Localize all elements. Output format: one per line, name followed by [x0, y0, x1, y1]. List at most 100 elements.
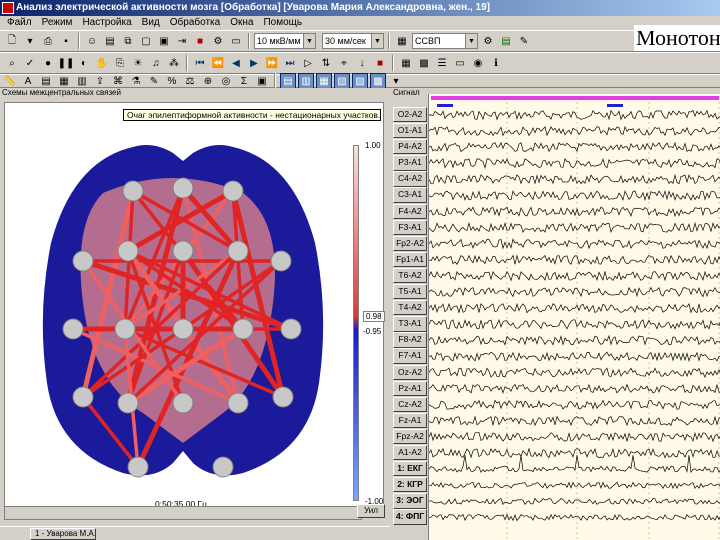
grid-icon[interactable]: ▩ [416, 55, 432, 71]
event-marker[interactable] [437, 104, 453, 107]
view-mode-6-icon[interactable]: ▩ [370, 73, 386, 89]
list-icon[interactable]: ☰ [434, 55, 450, 71]
speed-select[interactable]: 30 мм/сек ▼ [322, 33, 384, 49]
channel-label[interactable]: C3-A1 [393, 187, 427, 203]
menu-processing[interactable]: Обработка [165, 16, 225, 30]
channel-label[interactable]: T4-A2 [393, 300, 427, 316]
print-icon[interactable]: ⎙ [40, 33, 56, 49]
menu-file[interactable]: Файл [2, 16, 37, 30]
channel-label[interactable]: Fz-A1 [393, 412, 427, 429]
channel-label[interactable]: Fp1-A1 [393, 251, 427, 268]
menu-settings[interactable]: Настройка [77, 16, 136, 30]
channel-label[interactable]: F3-A1 [393, 219, 427, 235]
channel-label[interactable]: O1-A1 [393, 123, 427, 139]
view-mode-2-icon[interactable]: ▥ [298, 73, 314, 89]
edit-icon[interactable]: ✎ [146, 73, 162, 89]
channel-label[interactable]: Cz-A2 [393, 396, 427, 412]
mapping-icon[interactable]: ◎ [218, 73, 234, 89]
patient-icon[interactable]: ☺ [84, 33, 100, 49]
montage-icon[interactable]: ▤ [38, 73, 54, 89]
new-document-icon[interactable]: 🗋 [4, 33, 20, 49]
font-icon[interactable]: A [20, 73, 36, 89]
channel-label[interactable]: Oz-A2 [393, 364, 427, 380]
filter2-icon[interactable]: ⚗ [128, 73, 144, 89]
window2-icon[interactable]: ▣ [254, 73, 270, 89]
chevron-down-icon[interactable]: ▼ [303, 34, 315, 48]
brain-map[interactable] [33, 133, 333, 493]
percent-icon[interactable]: % [164, 73, 180, 89]
channel-label[interactable]: O2-A2 [393, 107, 427, 123]
page-setup-icon[interactable]: ▭ [228, 33, 244, 49]
menu-view[interactable]: Вид [137, 16, 165, 30]
channel-label[interactable]: T5-A1 [393, 284, 427, 300]
record-icon[interactable]: ● [40, 55, 56, 71]
go-start-icon[interactable]: ⏮ [192, 55, 208, 71]
view-mode-1-icon[interactable]: ▤ [280, 73, 296, 89]
eeg-trace-area[interactable] [428, 94, 720, 540]
sound-icon[interactable]: ♫ [148, 55, 164, 71]
clip-icon[interactable]: ⎘ [112, 55, 128, 71]
view-mode-5-icon[interactable]: ▨ [352, 73, 368, 89]
chart-icon[interactable]: ▤ [498, 33, 514, 49]
spectrum-icon[interactable]: ▥ [74, 73, 90, 89]
channel-label[interactable]: P3-A1 [393, 155, 427, 171]
table-icon[interactable]: ▦ [56, 73, 72, 89]
export-icon[interactable]: ⇪ [92, 73, 108, 89]
config-icon[interactable]: ⚙ [480, 33, 496, 49]
monitor-icon[interactable]: ▣ [156, 33, 172, 49]
brain-map-icon[interactable]: ◉ [470, 55, 486, 71]
taskbar-window-button[interactable]: 1 - Уварова М.А. [30, 528, 96, 540]
channel-label[interactable]: Fp2-A2 [393, 235, 427, 252]
channel-label[interactable]: 1: ЕКГ [393, 461, 427, 477]
event-marker[interactable] [607, 104, 623, 107]
channel-label[interactable]: T6-A2 [393, 267, 427, 284]
channel-label[interactable]: F8-A2 [393, 332, 427, 348]
go-end-icon[interactable]: ⏭ [282, 55, 298, 71]
hand-icon[interactable]: ✋ [94, 55, 110, 71]
layout-icon[interactable]: ▦ [398, 55, 414, 71]
window-icon[interactable]: ▭ [452, 55, 468, 71]
channel-label[interactable]: 2: КГР [393, 477, 427, 493]
menu-help[interactable]: Помощь [258, 16, 307, 30]
mark-icon[interactable]: ✓ [22, 55, 38, 71]
view-mode-4-icon[interactable]: ▧ [334, 73, 350, 89]
card-icon[interactable]: ▤ [102, 33, 118, 49]
light-icon[interactable]: ☀ [130, 55, 146, 71]
scale-current-value[interactable]: 0.98 [363, 311, 385, 322]
tool-icon[interactable]: ✎ [516, 33, 532, 49]
chevron-down-icon[interactable]: ▼ [371, 34, 383, 48]
arrow-down-icon[interactable]: ↓ [354, 55, 370, 71]
save-icon[interactable]: ▪ [58, 33, 74, 49]
chevron-down-icon[interactable]: ▼ [465, 34, 477, 48]
fast-forward-icon[interactable]: ⏩ [264, 55, 280, 71]
copy-icon[interactable]: ⧉ [120, 33, 136, 49]
channel-label[interactable]: 3: ЭОГ [393, 493, 427, 509]
channel-label[interactable]: P4-A2 [393, 139, 427, 155]
filter-icon[interactable]: ▦ [394, 33, 410, 49]
horizontal-scrollbar[interactable] [4, 506, 362, 520]
play-icon[interactable]: ▷ [300, 55, 316, 71]
fast-back-icon[interactable]: ⏪ [210, 55, 226, 71]
channel-label[interactable]: 4: ФПГ [393, 509, 427, 525]
dropdown-icon[interactable]: ▾ [388, 73, 404, 89]
marker-icon[interactable]: ⇅ [318, 55, 334, 71]
ok-button[interactable]: Уил [357, 504, 385, 518]
channel-label[interactable]: Fpz-A2 [393, 428, 427, 445]
channel-label[interactable]: F7-A1 [393, 348, 427, 364]
channel-label[interactable]: C4-A2 [393, 171, 427, 187]
step-forward-icon[interactable]: ▶ [246, 55, 262, 71]
settings-icon[interactable]: ⚙ [210, 33, 226, 49]
stop-red-icon[interactable]: ■ [372, 55, 388, 71]
ruler-icon[interactable]: 📏 [2, 73, 18, 89]
sum-icon[interactable]: Σ [236, 73, 252, 89]
channel-label[interactable]: A1-A2 [393, 444, 427, 461]
sensitivity-select[interactable]: 10 мкВ/мм ▼ [254, 33, 316, 49]
stop-icon[interactable]: ■ [192, 33, 208, 49]
mode-select[interactable]: ССВП ▼ [412, 33, 478, 49]
channel-label[interactable]: Pz-A1 [393, 380, 427, 396]
info-icon[interactable]: ℹ [488, 55, 504, 71]
stimulus-icon[interactable]: ⁂ [166, 55, 182, 71]
zoom-icon[interactable]: ⌕ [4, 55, 20, 71]
channel-label[interactable]: T3-A1 [393, 316, 427, 332]
channel-label[interactable]: F4-A2 [393, 203, 427, 219]
